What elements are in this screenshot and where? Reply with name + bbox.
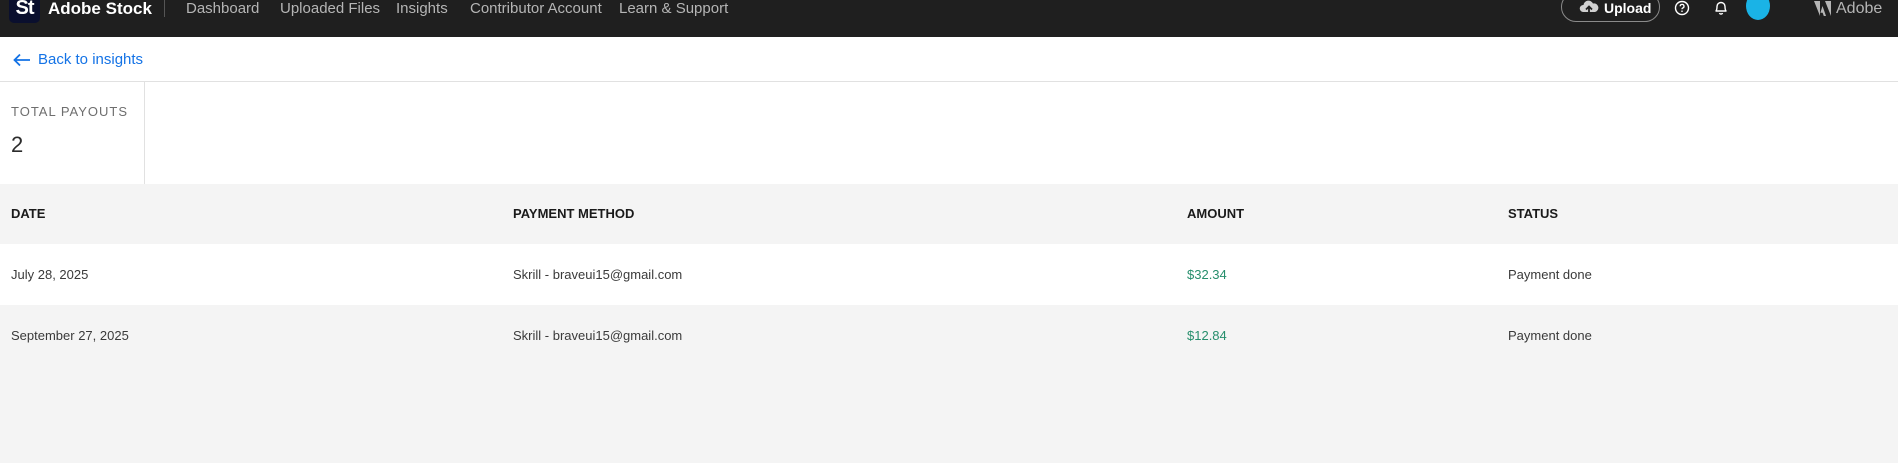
nav-divider — [164, 0, 165, 17]
row-status: Payment done — [1508, 267, 1592, 282]
row-status: Payment done — [1508, 328, 1592, 343]
brand-name[interactable]: Adobe Stock — [48, 0, 152, 17]
total-payouts-value: 2 — [11, 132, 24, 157]
payouts-table: DATE PAYMENT METHOD AMOUNT STATUS July 2… — [0, 184, 1898, 366]
column-header-status[interactable]: STATUS — [1508, 206, 1558, 221]
upload-cloud-icon — [1579, 0, 1599, 15]
back-bar: Back to insights — [0, 37, 1898, 82]
nav-item-learn-support[interactable]: Learn & Support — [619, 0, 728, 17]
bell-icon[interactable] — [1711, 0, 1731, 17]
nav-item-insights[interactable]: Insights — [396, 0, 448, 17]
nav-item-dashboard[interactable]: Dashboard — [186, 0, 259, 17]
back-label: Back to insights — [38, 51, 144, 68]
row-date: September 27, 2025 — [11, 328, 129, 343]
page-scrollbar[interactable] — [1898, 0, 1903, 463]
arrow-left-icon — [13, 53, 30, 67]
payout-summary: TOTAL PAYOUTS 2 — [0, 82, 1898, 184]
row-payment-method: Skrill - braveui15@gmail.com — [513, 267, 683, 282]
row-amount: $32.34 — [1187, 267, 1227, 282]
upload-button[interactable]: Upload — [1561, 0, 1660, 22]
row-amount: $12.84 — [1187, 328, 1227, 343]
row-date: July 28, 2025 — [11, 267, 89, 282]
total-payouts-label: TOTAL PAYOUTS — [11, 104, 129, 119]
top-navigation-bar: St Adobe Stock Dashboard Uploaded Files … — [0, 0, 1898, 37]
nav-item-uploaded-files[interactable]: Uploaded Files — [280, 0, 380, 17]
avatar[interactable] — [1746, 0, 1770, 20]
adobe-label: Adobe — [1836, 0, 1883, 17]
column-header-amount[interactable]: AMOUNT — [1187, 206, 1244, 221]
upload-label: Upload — [1604, 0, 1652, 16]
column-header-payment-method[interactable]: PAYMENT METHOD — [513, 206, 634, 221]
adobe-logo-icon — [1814, 1, 1831, 16]
help-icon[interactable] — [1672, 0, 1692, 18]
total-payouts-card: TOTAL PAYOUTS 2 — [0, 82, 145, 184]
table-row: September 27, 2025 Skrill - braveui15@gm… — [0, 305, 1898, 366]
table-row: July 28, 2025 Skrill - braveui15@gmail.c… — [0, 244, 1898, 305]
nav-item-contributor-account[interactable]: Contributor Account — [470, 0, 602, 17]
column-header-date[interactable]: DATE — [11, 206, 45, 221]
adobe-stock-logo[interactable]: St — [9, 0, 40, 23]
row-payment-method: Skrill - braveui15@gmail.com — [513, 328, 683, 343]
table-header: DATE PAYMENT METHOD AMOUNT STATUS — [0, 184, 1898, 244]
